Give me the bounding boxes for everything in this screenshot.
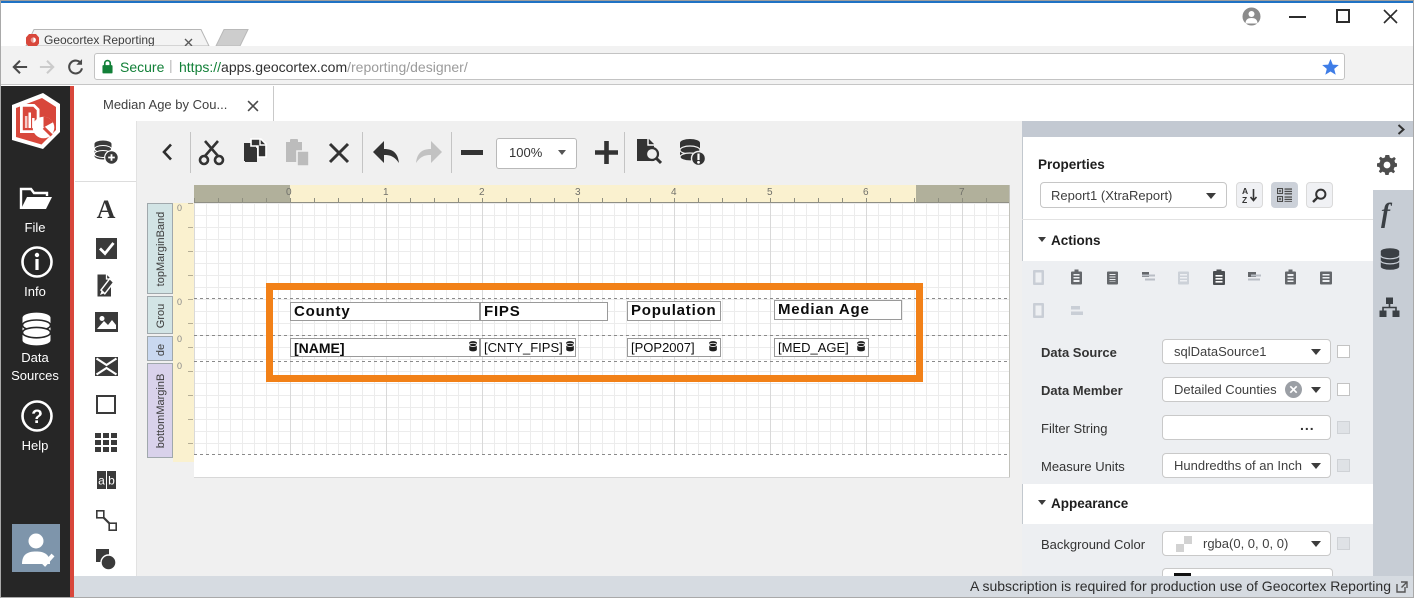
- svg-text:?: ?: [31, 407, 43, 428]
- svg-text:a: a: [98, 474, 105, 488]
- svg-text:Z: Z: [1242, 195, 1247, 204]
- svg-text:b: b: [108, 474, 115, 488]
